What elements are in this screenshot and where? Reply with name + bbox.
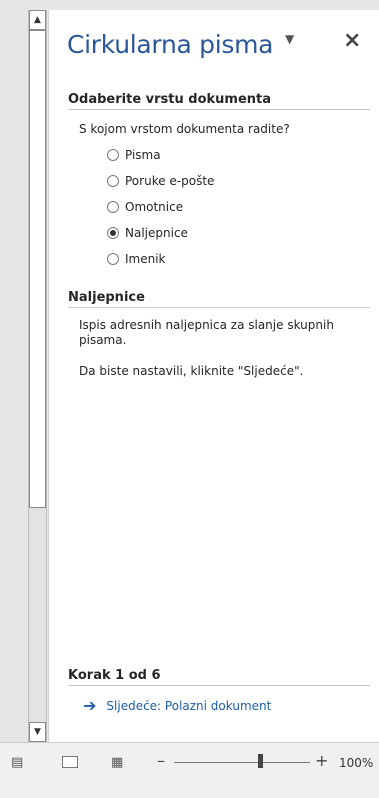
- zoom-out-button[interactable]: –: [157, 751, 165, 770]
- next-step-label: Sljedeće: Polazni dokument: [106, 698, 272, 713]
- radio-label: Imenik: [125, 252, 166, 266]
- chevron-down-icon: ▼: [285, 32, 295, 46]
- radio-label: Naljepnice: [125, 226, 188, 240]
- read-mode-icon[interactable]: ▤: [11, 755, 23, 770]
- print-layout-icon[interactable]: [62, 756, 78, 768]
- close-button[interactable]: ×: [343, 30, 361, 52]
- scroll-down-button[interactable]: ▼: [29, 722, 46, 742]
- radio-label: Pisma: [125, 148, 161, 162]
- radio-option-imenik[interactable]: Imenik: [107, 252, 166, 266]
- question-text: S kojom vrstom dokumenta radite?: [79, 122, 290, 136]
- zoom-slider-track[interactable]: [174, 762, 310, 763]
- radio-button[interactable]: [107, 201, 119, 213]
- radio-option-naljepnice[interactable]: Naljepnice: [107, 226, 188, 240]
- radio-button[interactable]: [107, 175, 119, 187]
- mail-merge-pane: Cirkularna pisma ▼ × Odaberite vrstu dok…: [48, 10, 379, 742]
- section-heading-labels: Naljepnice: [68, 290, 370, 308]
- next-step-link[interactable]: ➔ Sljedeće: Polazni dokument: [83, 696, 271, 715]
- description-text: Ispis adresnih naljepnica za slanje skup…: [79, 318, 334, 347]
- zoom-in-button[interactable]: +: [315, 751, 328, 770]
- pane-title: Cirkularna pisma: [67, 30, 273, 59]
- radio-label: Poruke e-pošte: [125, 174, 215, 188]
- radio-option-omotnice[interactable]: Omotnice: [107, 200, 183, 214]
- radio-option-poruke[interactable]: Poruke e-pošte: [107, 174, 214, 188]
- scroll-up-button[interactable]: ▲: [29, 10, 46, 30]
- vertical-scrollbar[interactable]: ▲ ▼: [28, 10, 47, 742]
- zoom-slider-thumb[interactable]: [258, 754, 263, 768]
- radio-button[interactable]: [107, 253, 119, 265]
- pane-options-button[interactable]: ▼: [285, 32, 294, 46]
- triangle-down-icon: ▼: [34, 727, 41, 737]
- radio-button-selected[interactable]: [107, 227, 119, 239]
- status-bar: ▤ ▦ – + 100%: [0, 742, 379, 798]
- close-icon: ×: [343, 28, 362, 53]
- radio-option-pisma[interactable]: Pisma: [107, 148, 161, 162]
- arrow-right-icon: ➔: [83, 696, 97, 715]
- triangle-up-icon: ▲: [34, 15, 41, 25]
- zoom-level[interactable]: 100%: [339, 756, 373, 770]
- scroll-thumb[interactable]: [29, 30, 46, 508]
- radio-label: Omotnice: [125, 200, 184, 214]
- section-heading-document-type: Odaberite vrstu dokumenta: [68, 92, 370, 110]
- web-layout-icon[interactable]: ▦: [111, 755, 123, 770]
- step-heading: Korak 1 od 6: [68, 668, 370, 686]
- continue-instruction: Da biste nastavili, kliknite "Sljedeće".: [79, 364, 304, 378]
- radio-button[interactable]: [107, 149, 119, 161]
